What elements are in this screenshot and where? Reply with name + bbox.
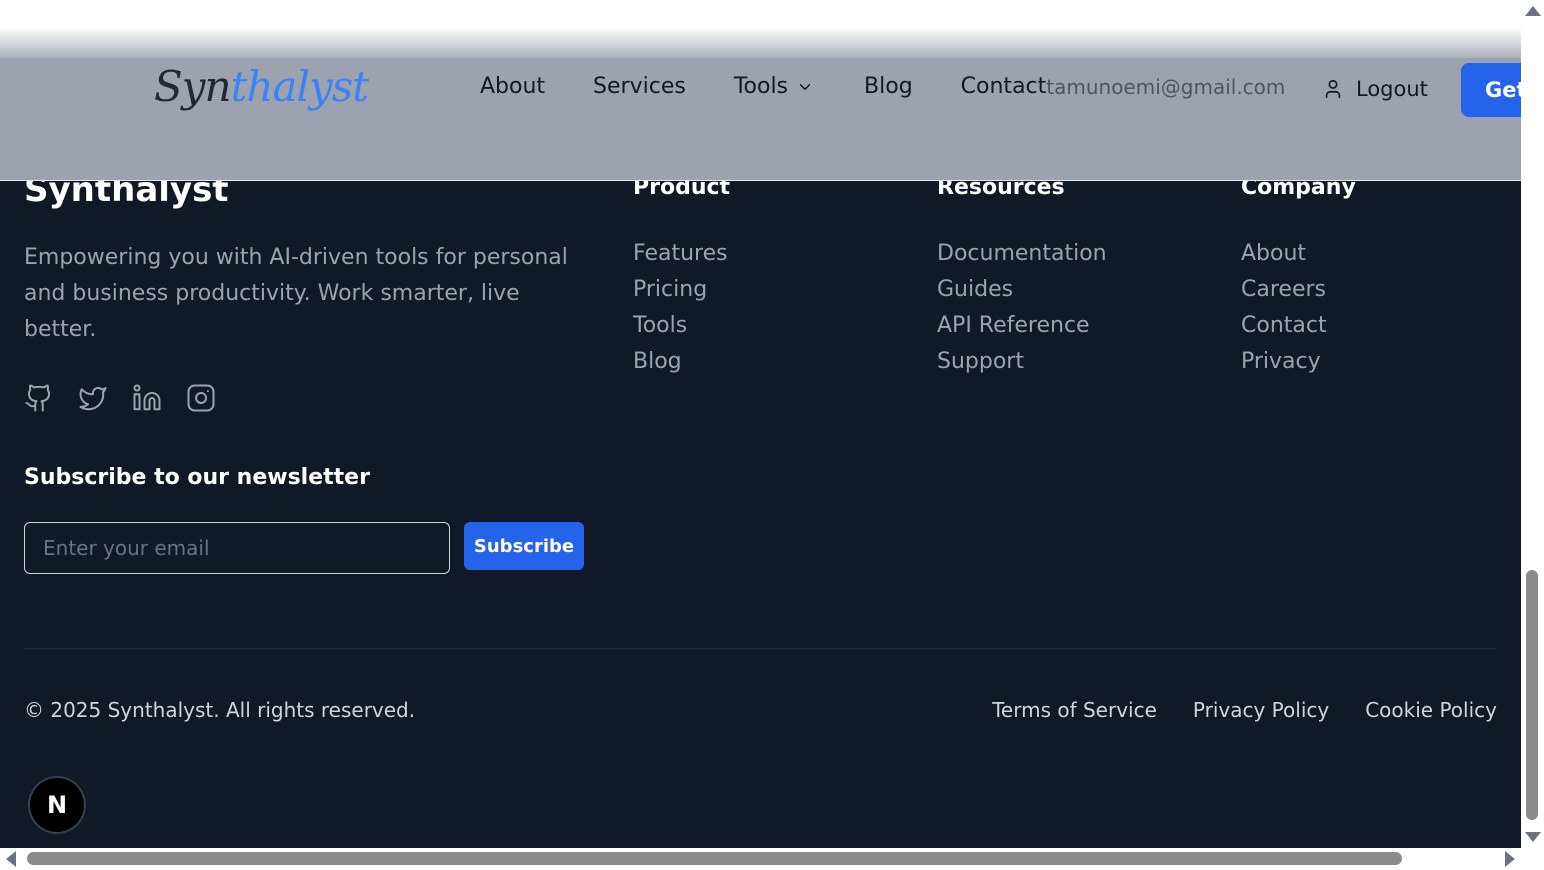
list-item: Privacy	[1241, 338, 1356, 386]
site-header: Synthalyst About Services Tools Blog Con…	[0, 58, 1521, 181]
horizontal-scrollbar[interactable]	[0, 848, 1521, 870]
nav-contact[interactable]: Contact	[961, 74, 1047, 99]
footer-column-resources: Resources Documentation Guides API Refer…	[937, 170, 1107, 386]
newsletter-title: Subscribe to our newsletter	[24, 465, 370, 490]
nextjs-logo-icon: N	[46, 791, 68, 819]
vertical-scrollbar[interactable]	[1521, 0, 1544, 848]
vertical-scroll-thumb[interactable]	[1526, 570, 1538, 820]
logo-text-accent: thalyst	[230, 62, 370, 111]
cookie-policy-link[interactable]: Cookie Policy	[1365, 698, 1497, 722]
get-started-button[interactable]: Get	[1461, 63, 1521, 117]
footer-link-documentation[interactable]: Documentation	[937, 241, 1107, 266]
footer-link-tools[interactable]: Tools	[633, 313, 687, 338]
footer-link-contact[interactable]: Contact	[1241, 313, 1327, 338]
twitter-icon[interactable]	[78, 383, 108, 413]
scroll-left-arrow-icon[interactable]	[6, 851, 16, 867]
social-links	[24, 383, 216, 413]
github-icon[interactable]	[24, 383, 54, 413]
nav-about[interactable]: About	[480, 74, 545, 99]
user-icon	[1325, 79, 1341, 99]
nextjs-dev-badge[interactable]: N	[30, 778, 84, 832]
footer-link-privacy[interactable]: Privacy	[1241, 349, 1321, 374]
copyright-text: © 2025 Synthalyst. All rights reserved.	[24, 698, 416, 722]
footer-column-product: Product Features Pricing Tools Blog	[633, 170, 730, 386]
user-email: tamunoemi@gmail.com	[1046, 74, 1286, 99]
instagram-icon[interactable]	[186, 383, 216, 413]
footer-column-company: Company About Careers Contact Privacy	[1241, 170, 1356, 386]
footer-link-support[interactable]: Support	[937, 349, 1024, 374]
site-logo[interactable]: Synthalyst	[154, 62, 370, 111]
page-viewport: Synthalyst Empowering you with AI-driven…	[0, 0, 1521, 848]
scroll-right-arrow-icon[interactable]	[1505, 851, 1515, 867]
nav-tools-dropdown[interactable]: Tools	[734, 74, 814, 99]
subscribe-button[interactable]: Subscribe	[464, 522, 584, 570]
footer-description: Empowering you with AI-driven tools for …	[24, 245, 568, 342]
footer-link-api-reference[interactable]: API Reference	[937, 313, 1090, 338]
footer-divider	[24, 648, 1497, 649]
logout-label: Logout	[1356, 77, 1428, 101]
list-item: Blog	[633, 338, 730, 386]
scroll-down-arrow-icon[interactable]	[1525, 832, 1541, 842]
footer-link-about[interactable]: About	[1241, 241, 1306, 266]
scroll-up-arrow-icon[interactable]	[1525, 6, 1541, 16]
footer-link-careers[interactable]: Careers	[1241, 277, 1326, 302]
privacy-policy-link[interactable]: Privacy Policy	[1193, 698, 1329, 722]
column-links: Features Pricing Tools Blog	[633, 230, 730, 386]
footer-link-pricing[interactable]: Pricing	[633, 277, 707, 302]
chevron-down-icon	[799, 83, 811, 90]
main-nav: About Services Tools Blog Contact tamuno…	[480, 74, 1285, 99]
logout-button[interactable]: Logout	[1322, 77, 1428, 101]
footer-link-guides[interactable]: Guides	[937, 277, 1013, 302]
nav-services[interactable]: Services	[593, 74, 686, 99]
column-links: Documentation Guides API Reference Suppo…	[937, 230, 1107, 386]
logo-text-dark: Syn	[154, 62, 232, 111]
legal-links: Terms of Service Privacy Policy Cookie P…	[992, 698, 1497, 722]
linkedin-icon[interactable]	[132, 383, 162, 413]
header-top-fade	[0, 0, 1521, 60]
terms-link[interactable]: Terms of Service	[992, 698, 1157, 722]
nav-blog[interactable]: Blog	[864, 74, 913, 99]
scrollbar-corner	[1521, 848, 1544, 870]
column-links: About Careers Contact Privacy	[1241, 230, 1356, 386]
nav-tools-label: Tools	[733, 74, 789, 99]
footer-link-features[interactable]: Features	[633, 241, 728, 266]
horizontal-scroll-thumb[interactable]	[27, 852, 1402, 865]
footer-link-blog[interactable]: Blog	[633, 349, 682, 374]
newsletter-email-input[interactable]	[24, 522, 450, 574]
